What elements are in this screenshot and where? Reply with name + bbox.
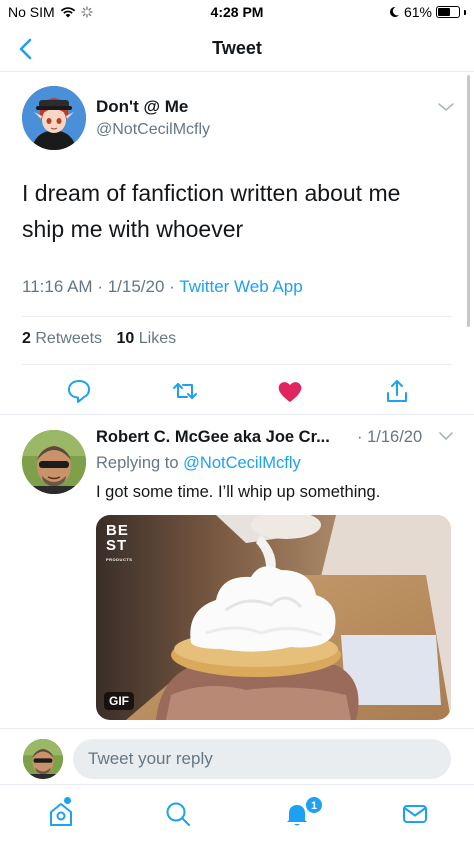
- retweets-stat[interactable]: 2 Retweets: [22, 330, 102, 347]
- tweet-text: I dream of fanfiction written about me s…: [22, 175, 452, 247]
- gif-badge: GIF: [104, 692, 134, 710]
- meta-separator: ·: [97, 277, 108, 296]
- home-unread-dot: [64, 797, 71, 804]
- tweet-time: 11:16 AM: [22, 277, 93, 296]
- my-avatar[interactable]: [23, 739, 63, 779]
- tweet-actions: [0, 376, 474, 406]
- man-photo-avatar-image: [23, 739, 63, 779]
- nav-header: Tweet: [0, 26, 474, 72]
- like-heart-icon[interactable]: [275, 376, 305, 406]
- moon-icon: [389, 6, 399, 17]
- tweet-text-line: ship me with whoever: [22, 216, 244, 242]
- battery-icon: [436, 6, 460, 18]
- retweets-count: 2: [22, 330, 31, 347]
- likes-stat[interactable]: 10 Likes: [117, 330, 177, 347]
- gif-image: [96, 515, 451, 720]
- retweets-label: Retweets: [35, 330, 103, 347]
- reply-text: I got some time. I’ll whip up something.: [96, 483, 381, 501]
- retweet-icon[interactable]: [170, 376, 200, 406]
- status-bar: No SIM 4:28 PM 61%: [0, 0, 474, 26]
- divider: [22, 316, 452, 317]
- search-icon[interactable]: [163, 799, 193, 829]
- reply-author-avatar[interactable]: [22, 430, 86, 494]
- author-avatar[interactable]: [22, 86, 86, 150]
- replying-to-handle[interactable]: @NotCecilMcfly: [183, 454, 301, 472]
- likes-label: Likes: [138, 330, 177, 347]
- tweet-meta: 11:16 AM · 1/15/20 · Twitter Web App: [22, 277, 303, 297]
- anime-avatar-image: [22, 86, 86, 150]
- battery-nub: [464, 9, 466, 15]
- gif-media[interactable]: BE ST PRODUCTS GIF: [96, 515, 451, 720]
- reply-date-value: 1/16/20: [367, 428, 423, 446]
- reply-separator: [0, 414, 474, 422]
- likes-count: 10: [116, 330, 135, 347]
- chevron-down-icon[interactable]: [436, 100, 456, 114]
- meta-separator: ·: [169, 277, 180, 296]
- home-icon[interactable]: [46, 799, 76, 829]
- scrollbar[interactable]: [467, 75, 470, 327]
- reply-date: · 1/16/20: [357, 428, 423, 446]
- brand-logo-line: ST: [106, 537, 128, 554]
- brand-logo-line: BE: [106, 522, 129, 539]
- page-title: Tweet: [212, 38, 262, 58]
- brand-logo: BE ST: [106, 523, 129, 553]
- battery-fill: [438, 8, 450, 16]
- battery-percent: 61%: [403, 4, 432, 20]
- author-handle[interactable]: @NotCecilMcfly: [96, 121, 210, 139]
- author-name[interactable]: Don't @ Me: [96, 97, 188, 117]
- man-photo-avatar-image: [22, 430, 86, 494]
- reply-author-name[interactable]: Robert C. McGee aka Joe Cr...: [96, 428, 330, 447]
- chevron-down-icon[interactable]: [438, 430, 454, 442]
- tweet-text-line: I dream of fanfiction written about me: [22, 180, 401, 206]
- notifications-badge: 1: [305, 796, 323, 814]
- tweet-date: 1/15/20: [107, 277, 165, 296]
- tweet-source-link[interactable]: Twitter Web App: [179, 277, 302, 296]
- replying-to: Replying to @NotCecilMcfly: [96, 454, 301, 473]
- replying-to-label: Replying to: [96, 454, 179, 472]
- share-icon[interactable]: [382, 376, 412, 406]
- reply-composer: [0, 728, 474, 784]
- brand-subtitle: PRODUCTS: [106, 557, 133, 562]
- messages-envelope-icon[interactable]: [400, 799, 430, 829]
- status-right: 61%: [388, 4, 466, 20]
- divider: [22, 364, 452, 365]
- reply-input[interactable]: [73, 739, 451, 779]
- reply-bubble-icon[interactable]: [64, 376, 94, 406]
- tab-bar: [0, 784, 474, 843]
- tweet-stats: 2 Retweets 10 Likes: [22, 330, 176, 348]
